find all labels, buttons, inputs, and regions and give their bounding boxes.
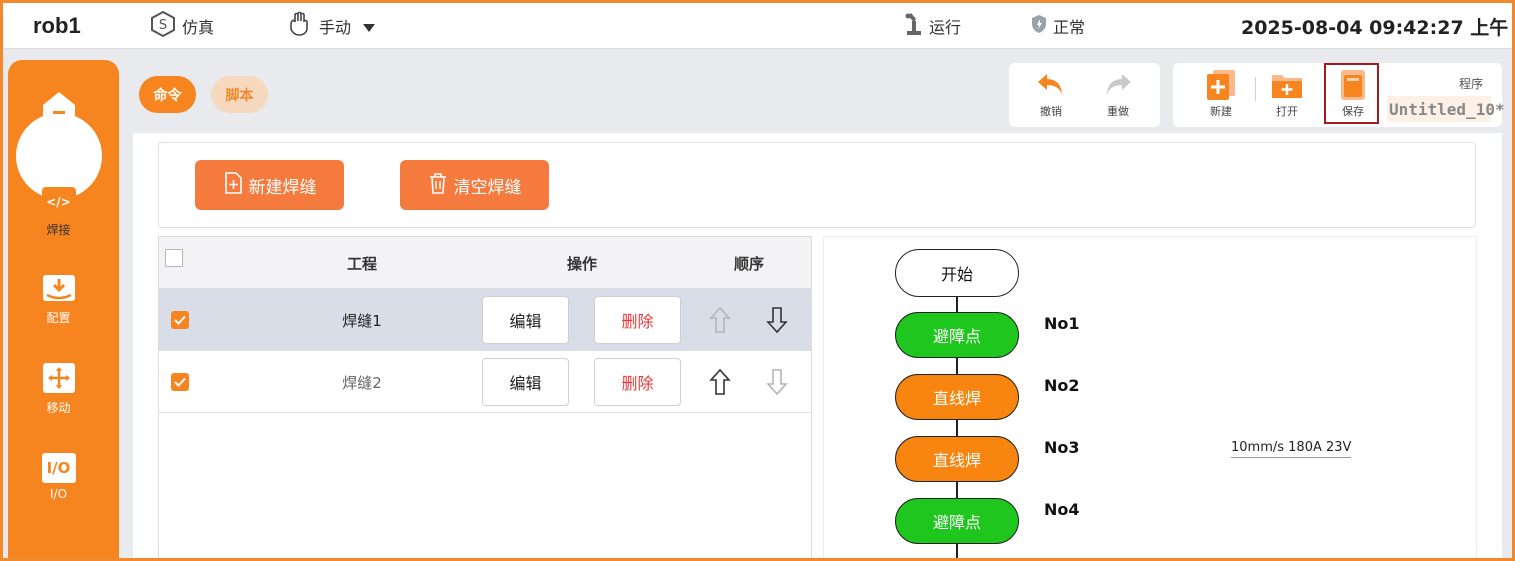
flow-node-line-weld[interactable]: 直线焊	[895, 374, 1019, 420]
tab-command[interactable]: 命令	[139, 76, 196, 113]
sidebar-item-move[interactable]: 移动	[3, 363, 114, 416]
table-header: 工程 操作 顺序	[159, 237, 811, 289]
flow-node-number: No1	[1044, 314, 1080, 333]
flow-node-line-weld[interactable]: 直线焊	[895, 436, 1019, 482]
open-label: 打开	[1276, 105, 1298, 118]
sidebar-item-label: 主页	[46, 129, 71, 143]
hand-icon	[285, 11, 315, 41]
sidebar-item-io[interactable]: I/O I/O	[3, 453, 114, 501]
move-up-icon[interactable]	[707, 303, 733, 337]
open-program-button[interactable]: 打开	[1261, 69, 1313, 119]
download-config-icon	[41, 273, 77, 305]
redo-icon	[1101, 69, 1135, 101]
toolbar-divider	[1255, 77, 1256, 101]
row-checkbox[interactable]	[171, 311, 189, 329]
flow-node-avoid-point[interactable]: 避障点	[895, 498, 1019, 544]
code-icon: </>	[41, 187, 76, 217]
weld-parameters: 10mm/s 180A 23V	[1231, 440, 1352, 458]
add-file-icon	[223, 171, 243, 199]
flow-node-number: No2	[1044, 376, 1080, 395]
program-name: Untitled_10*	[1387, 96, 1505, 122]
new-seam-label: 新建焊缝	[248, 177, 317, 198]
manual-label: 手动	[319, 18, 352, 37]
run-label: 运行	[929, 18, 962, 37]
sidebar-item-label: I/O	[49, 487, 68, 501]
trash-icon	[428, 172, 448, 199]
robot-name: rob1	[33, 13, 81, 38]
sidebar-item-label: 焊接	[46, 223, 71, 237]
sidebar-item-welding[interactable]: </> 焊接	[3, 187, 114, 238]
manual-mode-dropdown[interactable]: 手动	[285, 3, 376, 49]
undo-label: 撤销	[1040, 105, 1062, 118]
flow-start-node[interactable]: 开始	[895, 249, 1019, 297]
column-header-operation: 操作	[567, 254, 598, 273]
seam-name: 焊缝2	[342, 373, 382, 392]
action-panel	[158, 142, 1476, 228]
shield-icon	[1031, 14, 1047, 38]
sidebar-item-label: 移动	[46, 401, 71, 415]
new-label: 新建	[1210, 105, 1232, 118]
edit-button[interactable]: 编辑	[482, 296, 569, 344]
app-window: rob1 S 仿真 手动 运行 正常 2025-08-04 09:42:27 上…	[0, 0, 1515, 561]
new-seam-button[interactable]: 新建焊缝	[195, 160, 344, 210]
robot-arm-icon	[903, 12, 925, 40]
table-row[interactable]: 焊缝1 编辑 删除	[159, 289, 811, 351]
flow-node-number: No4	[1044, 500, 1080, 519]
simulation-mode-toggle[interactable]: S 仿真	[148, 3, 214, 49]
seam-name: 焊缝1	[342, 311, 382, 330]
code-icon-glyph: </>	[46, 195, 71, 209]
column-header-order: 顺序	[734, 254, 765, 273]
table-row[interactable]: 焊缝2 编辑 删除	[159, 351, 811, 413]
sidebar-item-config[interactable]: 配置	[3, 273, 114, 326]
row-checkbox[interactable]	[171, 373, 189, 391]
simulation-label: 仿真	[182, 18, 215, 37]
undo-button[interactable]: 撤销	[1025, 69, 1077, 119]
redo-button[interactable]: 重做	[1092, 69, 1144, 119]
undo-icon	[1034, 69, 1068, 101]
delete-button[interactable]: 删除	[594, 296, 681, 344]
dropdown-caret-icon	[363, 17, 376, 36]
new-program-button[interactable]: 新建	[1195, 69, 1247, 119]
column-header-project: 工程	[347, 254, 378, 273]
sidebar-item-label: 配置	[46, 311, 71, 325]
select-all-checkbox[interactable]	[165, 249, 183, 267]
io-icon-glyph: I/O	[46, 459, 71, 477]
simulation-icon-letter: S	[159, 18, 167, 33]
move-down-icon[interactable]	[764, 365, 790, 399]
save-button-highlight	[1324, 63, 1379, 124]
flow-node-avoid-point[interactable]: 避障点	[895, 312, 1019, 358]
home-icon	[41, 91, 77, 123]
top-status-bar: rob1 S 仿真 手动 运行 正常 2025-08-04 09:42:27 上…	[3, 3, 1512, 49]
edit-button[interactable]: 编辑	[482, 358, 569, 406]
io-icon: I/O	[41, 453, 76, 483]
new-file-icon	[1204, 69, 1238, 101]
flow-node-number: No3	[1044, 438, 1080, 457]
simulation-icon: S	[148, 9, 178, 43]
clear-seam-label: 清空焊缝	[453, 177, 522, 198]
system-status: 正常	[1031, 3, 1085, 49]
open-folder-icon	[1270, 69, 1304, 101]
redo-label: 重做	[1107, 105, 1129, 118]
move-down-icon[interactable]	[764, 303, 790, 337]
datetime-display: 2025-08-04 09:42:27 上午	[1241, 16, 1509, 39]
sidebar-item-home[interactable]: 主页	[3, 91, 114, 144]
normal-label: 正常	[1053, 18, 1086, 37]
move-arrows-icon	[41, 363, 77, 395]
program-label: 程序	[1459, 77, 1484, 91]
tab-script[interactable]: 脚本	[211, 76, 268, 113]
clear-seams-button[interactable]: 清空焊缝	[400, 160, 549, 210]
seam-table: 工程 操作 顺序 焊缝1 编辑 删除 焊缝2 编辑 删除	[158, 236, 812, 558]
delete-button[interactable]: 删除	[594, 358, 681, 406]
move-up-icon[interactable]	[707, 365, 733, 399]
run-status: 运行	[903, 3, 961, 49]
undo-redo-toolbar: 撤销 重做	[1009, 63, 1160, 127]
